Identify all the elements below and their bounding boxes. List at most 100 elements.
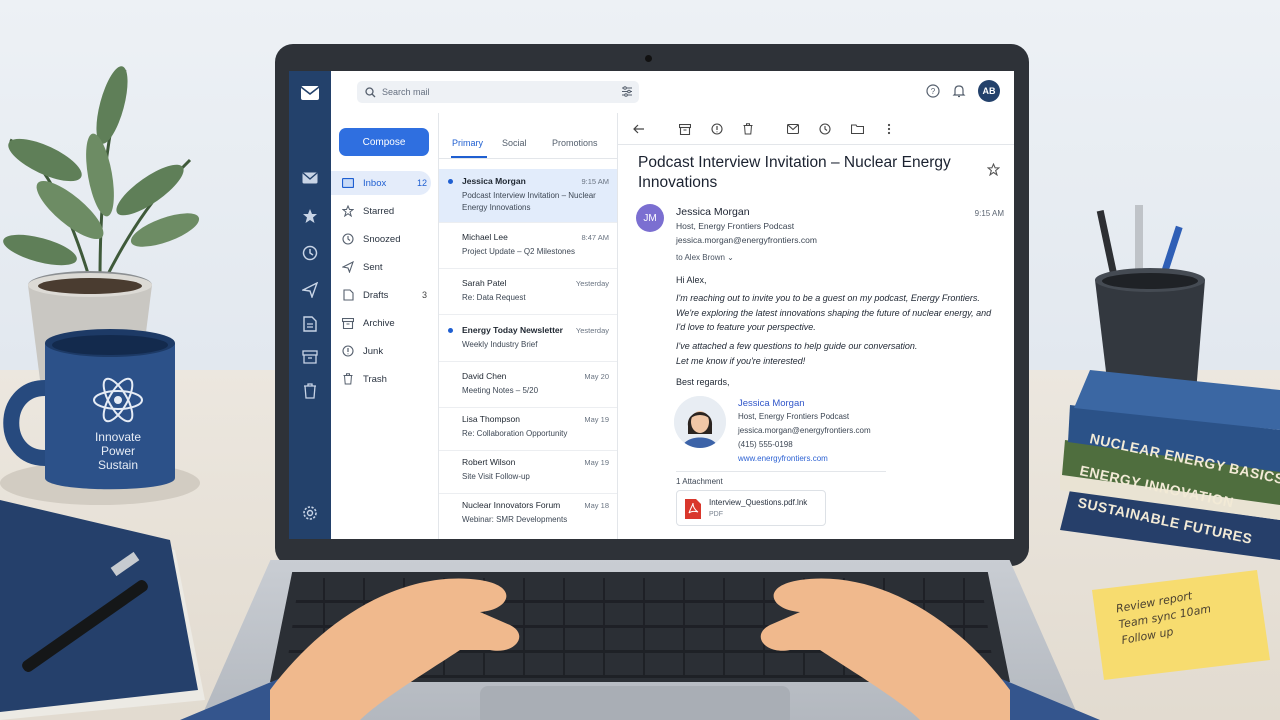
message-time: Yesterday xyxy=(575,326,609,335)
send-icon xyxy=(341,261,355,273)
email-paragraph: I've attached a few questions to help gu… xyxy=(676,341,918,351)
email-paragraph: I'm reaching out to invite you to be a g… xyxy=(676,293,992,332)
back-arrow-icon[interactable] xyxy=(632,122,646,136)
webcam xyxy=(645,55,652,62)
message-sender: Energy Today Newsletter xyxy=(462,325,563,335)
folder-trash[interactable]: Trash xyxy=(331,367,431,391)
message-subject: Podcast Interview Invitation – Nuclear E… xyxy=(462,191,596,212)
delete-icon[interactable] xyxy=(741,122,755,136)
folder-count: 12 xyxy=(416,178,427,188)
top-bar: Search mail ? AB xyxy=(331,71,1014,113)
message-sender: Sarah Patel xyxy=(462,278,507,288)
typing-hands xyxy=(180,578,1100,720)
folder-sent[interactable]: Sent xyxy=(331,255,431,279)
sender-name: Jessica Morgan xyxy=(676,206,750,218)
email-subject: Podcast Interview Invitation – Nuclear E… xyxy=(638,154,951,191)
junk-icon xyxy=(341,345,355,357)
folder-archive[interactable]: Archive xyxy=(331,311,431,335)
message-timestamp: 9:15 AM xyxy=(974,209,1004,218)
more-options-icon[interactable] xyxy=(882,122,896,136)
search-bar[interactable]: Search mail xyxy=(357,81,639,103)
mail-logo-icon[interactable] xyxy=(300,83,320,103)
message-toolbar xyxy=(618,113,1014,145)
tab-social[interactable]: Social xyxy=(502,138,527,148)
draft-icon[interactable] xyxy=(300,314,320,334)
list-item[interactable]: David Chen May 20 Meeting Notes – 5/20 xyxy=(439,364,617,408)
archive-icon[interactable] xyxy=(300,347,320,367)
compose-button[interactable]: Compose xyxy=(339,128,429,156)
report-spam-icon[interactable] xyxy=(710,122,724,136)
bell-icon[interactable] xyxy=(952,84,966,98)
notebook xyxy=(0,500,205,720)
list-item[interactable]: Jessica Morgan 9:15 AM Podcast Interview… xyxy=(439,169,617,223)
attachment-card[interactable]: Interview_Questions.pdf.lnk PDF xyxy=(676,490,826,526)
user-avatar[interactable]: AB xyxy=(978,80,1000,102)
message-sender: Jessica Morgan xyxy=(462,176,526,186)
star-icon[interactable] xyxy=(300,206,320,226)
send-icon[interactable] xyxy=(300,280,320,300)
list-item[interactable]: Nuclear Innovators Forum May 18 Webinar:… xyxy=(439,493,617,537)
message-list: Primary Social Promotions Jessica Morgan… xyxy=(439,113,617,539)
signature-website-link[interactable]: www.energyfrontiers.com xyxy=(738,454,828,463)
message-time: May 19 xyxy=(584,458,609,467)
signature-phone: (415) 555-0198 xyxy=(738,440,793,449)
folder-inbox[interactable]: Inbox 12 xyxy=(331,171,431,195)
reading-pane: Podcast Interview Invitation – Nuclear E… xyxy=(618,113,1014,539)
message-subject: Site Visit Follow-up xyxy=(462,472,530,481)
message-time: May 18 xyxy=(584,501,609,510)
message-subject: Re: Data Request xyxy=(462,293,526,302)
folder-drafts[interactable]: Drafts 3 xyxy=(331,283,431,307)
trash-icon xyxy=(341,373,355,385)
signature-email: jessica.morgan@energyfrontiers.com xyxy=(738,426,871,435)
clock-icon xyxy=(341,233,355,245)
svg-text:?: ? xyxy=(931,87,936,96)
folder-starred[interactable]: Starred xyxy=(331,199,431,223)
sender-role: Host, Energy Frontiers Podcast xyxy=(676,221,795,231)
snooze-icon[interactable] xyxy=(818,122,832,136)
folder-list: Compose Inbox 12 Starred Snoozed Sent Dr… xyxy=(331,113,438,539)
help-icon[interactable]: ? xyxy=(926,84,940,98)
mug-slogan: Innovate Power Sustain xyxy=(82,430,154,472)
archive-icon xyxy=(341,317,355,329)
attachment-count: 1 Attachment xyxy=(676,477,723,486)
folder-junk[interactable]: Junk xyxy=(331,339,431,363)
attachment-divider xyxy=(676,471,886,472)
signature-name: Jessica Morgan xyxy=(738,398,805,409)
recipient-dropdown[interactable]: to Alex Brown ⌄ xyxy=(676,253,734,262)
folder-label: Junk xyxy=(363,345,384,357)
clock-icon[interactable] xyxy=(300,243,320,263)
signature-role: Host, Energy Frontiers Podcast xyxy=(738,412,850,421)
sender-email: jessica.morgan@energyfrontiers.com xyxy=(676,235,817,245)
mark-unread-icon[interactable] xyxy=(786,122,800,136)
archive-icon[interactable] xyxy=(678,122,692,136)
pdf-file-icon xyxy=(685,499,701,519)
tab-primary[interactable]: Primary xyxy=(452,138,483,148)
folder-label: Archive xyxy=(363,317,395,329)
list-item[interactable]: Sarah Patel Yesterday Re: Data Request xyxy=(439,271,617,315)
search-input[interactable]: Search mail xyxy=(382,87,430,97)
folder-label: Snoozed xyxy=(363,233,401,245)
mail-icon[interactable] xyxy=(300,168,320,188)
draft-icon xyxy=(341,289,355,301)
category-tabs: Primary Social Promotions xyxy=(439,113,617,159)
tab-promotions[interactable]: Promotions xyxy=(552,138,598,148)
folder-move-icon[interactable] xyxy=(850,122,864,136)
message-sender: David Chen xyxy=(462,371,507,381)
app-rail xyxy=(289,71,331,539)
list-item[interactable]: Michael Lee 8:47 AM Project Update – Q2 … xyxy=(439,225,617,269)
list-item[interactable]: Robert Wilson May 19 Site Visit Follow-u… xyxy=(439,450,617,494)
star-toggle-icon[interactable] xyxy=(986,162,1001,181)
email-closing: Best regards, xyxy=(676,377,730,387)
list-item[interactable]: Lisa Thompson May 19 Re: Collaboration O… xyxy=(439,407,617,451)
trash-icon[interactable] xyxy=(300,381,320,401)
list-item[interactable]: Energy Today Newsletter Yesterday Weekly… xyxy=(439,318,617,362)
message-sender: Nuclear Innovators Forum xyxy=(462,500,561,510)
filter-icon[interactable] xyxy=(621,86,633,97)
top-actions: ? AB xyxy=(926,80,1000,102)
email-greeting: Hi Alex, xyxy=(676,275,707,285)
folder-label: Trash xyxy=(363,373,387,385)
signature-photo xyxy=(674,396,726,448)
unread-dot xyxy=(448,179,453,184)
gear-icon[interactable] xyxy=(300,503,320,523)
folder-snoozed[interactable]: Snoozed xyxy=(331,227,431,251)
